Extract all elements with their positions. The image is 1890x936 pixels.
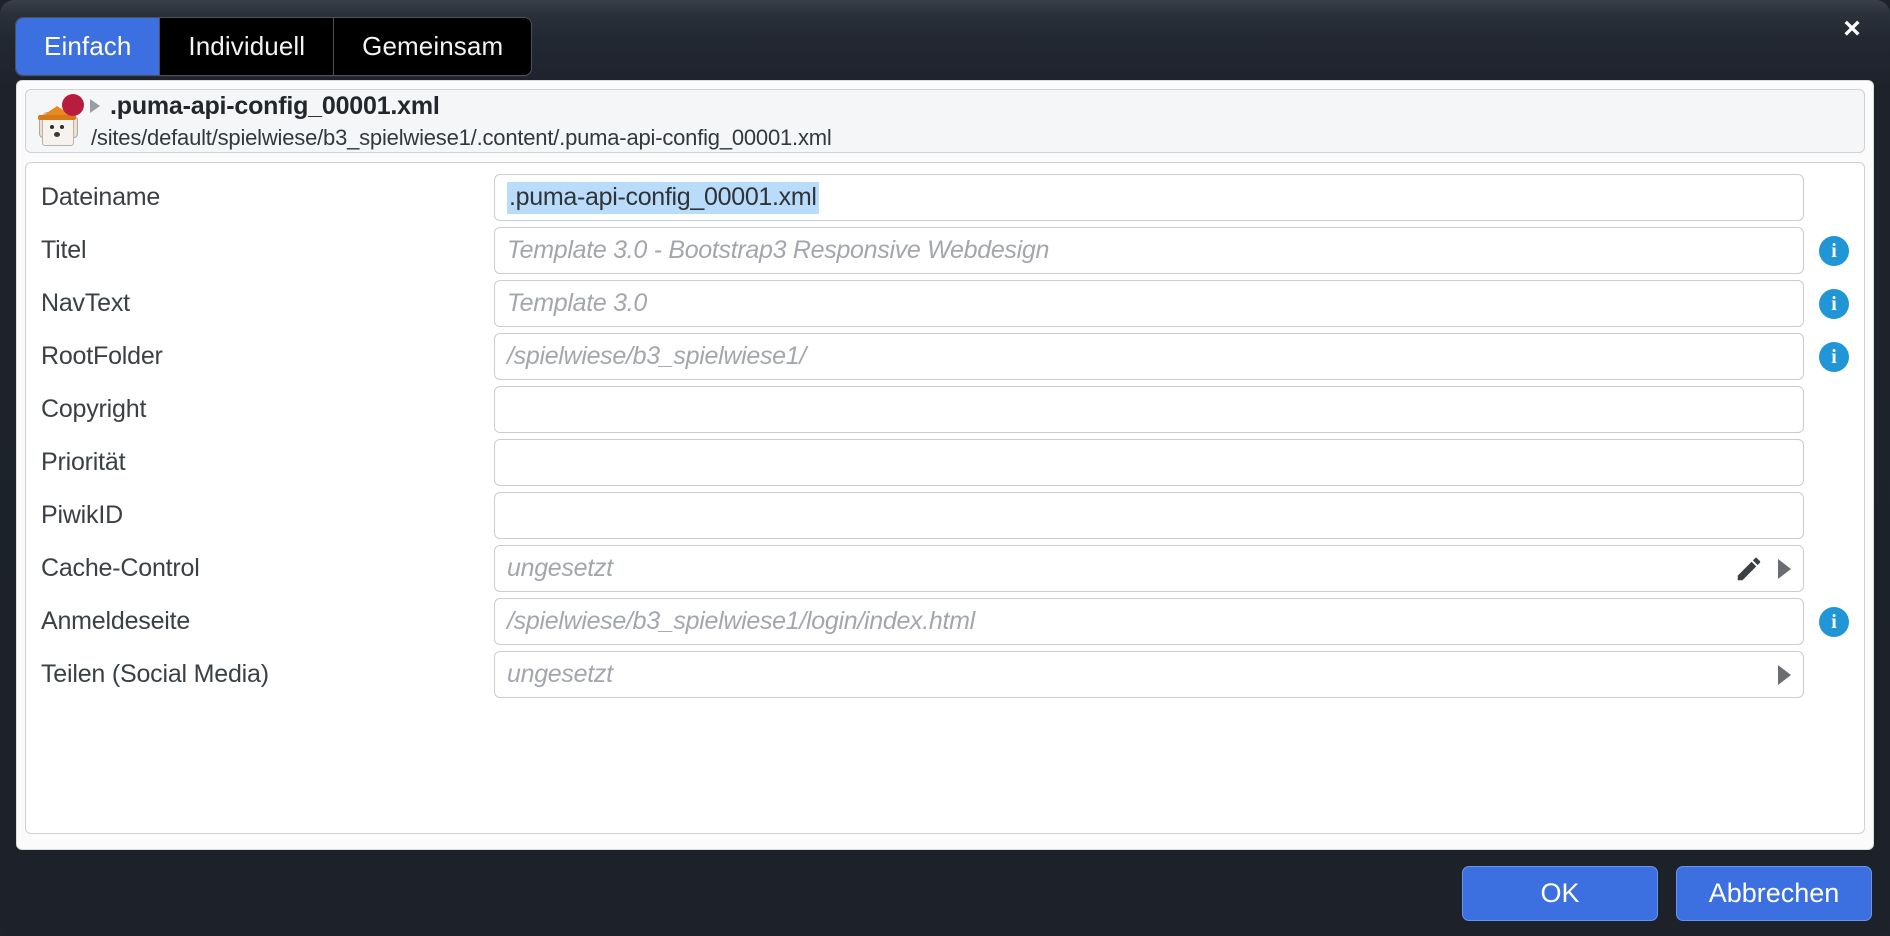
ok-button[interactable]: OK <box>1462 865 1658 921</box>
field-placeholder: /spielwiese/b3_spielwiese1/login/index.h… <box>507 607 975 635</box>
field-wrapper: ungesetzt <box>494 545 1864 592</box>
field-input[interactable] <box>494 492 1804 539</box>
tab-label: Einfach <box>44 31 132 61</box>
tab-einfach[interactable]: Einfach <box>16 18 161 75</box>
field-input[interactable]: ungesetzt <box>494 545 1804 592</box>
form-row: RootFolder/spielwiese/b3_spielwiese1/i <box>26 330 1864 383</box>
field-label: PiwikID <box>41 501 123 529</box>
form-row: PiwikID <box>26 489 1864 542</box>
info-slot: i <box>1804 606 1864 637</box>
caret-right-icon[interactable] <box>90 99 100 113</box>
close-glyph: × <box>1843 12 1861 45</box>
field-value: .puma-api-config_00001.xml <box>507 181 819 214</box>
field-input[interactable]: .puma-api-config_00001.xml <box>494 174 1804 221</box>
field-wrapper: /spielwiese/b3_spielwiese1/i <box>494 333 1864 380</box>
form-row: Titel Template 3.0 - Bootstrap3 Responsiv… <box>26 224 1864 277</box>
field-wrapper <box>494 386 1864 433</box>
field-placeholder: Template 3.0 <box>507 289 648 317</box>
info-icon[interactable]: i <box>1819 341 1849 372</box>
field-icons <box>1722 554 1791 584</box>
form-row: NavText Template 3.0 i <box>26 277 1864 330</box>
form-row: Dateiname .puma-api-config_00001.xml <box>26 171 1864 224</box>
info-icon[interactable]: i <box>1819 235 1849 266</box>
field-input[interactable]: Template 3.0 - Bootstrap3 Responsive Web… <box>494 227 1804 274</box>
form-row: Anmeldeseite/spielwiese/b3_spielwiese1/l… <box>26 595 1864 648</box>
field-label: Titel <box>41 236 87 264</box>
field-wrapper: Template 3.0 - Bootstrap3 Responsive Web… <box>494 227 1864 274</box>
field-wrapper <box>494 492 1864 539</box>
tab-individuell[interactable]: Individuell <box>160 18 335 75</box>
caret-right-icon[interactable] <box>1778 664 1791 685</box>
field-wrapper: Template 3.0 i <box>494 280 1864 327</box>
field-label: Priorität <box>41 448 126 476</box>
resource-path: /sites/default/spielwiese/b3_spielwiese1… <box>91 124 832 150</box>
field-placeholder: /spielwiese/b3_spielwiese1/ <box>507 342 807 370</box>
field-input[interactable] <box>494 386 1804 433</box>
pencil-icon[interactable] <box>1734 554 1764 584</box>
ok-button-label: OK <box>1540 877 1580 908</box>
field-label: Copyright <box>41 395 147 423</box>
resource-title: .puma-api-config_00001.xml <box>110 91 440 120</box>
field-wrapper: .puma-api-config_00001.xml <box>494 174 1864 221</box>
field-input[interactable]: /spielwiese/b3_spielwiese1/login/index.h… <box>494 598 1804 645</box>
field-wrapper: ungesetzt <box>494 651 1864 698</box>
cancel-button[interactable]: Abbrechen <box>1676 865 1872 921</box>
tab-label: Individuell <box>188 31 306 61</box>
field-input[interactable]: ungesetzt <box>494 651 1804 698</box>
tab-label: Gemeinsam <box>362 31 504 61</box>
cancel-button-label: Abbrechen <box>1708 877 1840 908</box>
field-input[interactable]: Template 3.0 <box>494 280 1804 327</box>
dialog-body: .puma-api-config_00001.xml /sites/defaul… <box>16 80 1874 850</box>
field-label: NavText <box>41 289 130 317</box>
field-wrapper <box>494 439 1864 486</box>
form-row: Cache-Control ungesetzt <box>26 542 1864 595</box>
form-row: Copyright <box>26 383 1864 436</box>
field-wrapper: /spielwiese/b3_spielwiese1/login/index.h… <box>494 598 1864 645</box>
site-config-icon <box>36 94 84 146</box>
resource-info: .puma-api-config_00001.xml /sites/defaul… <box>90 92 832 151</box>
resource-header: .puma-api-config_00001.xml /sites/defaul… <box>25 89 1865 153</box>
caret-right-icon[interactable] <box>1778 558 1791 579</box>
field-label: Cache-Control <box>41 554 200 582</box>
dialog-footer: OK Abbrechen <box>0 850 1890 936</box>
field-placeholder: ungesetzt <box>507 554 613 582</box>
properties-form: Dateiname .puma-api-config_00001.xml Titel… <box>25 162 1865 834</box>
field-input[interactable] <box>494 439 1804 486</box>
status-badge <box>62 94 84 116</box>
field-placeholder: ungesetzt <box>507 660 613 688</box>
field-label: Teilen (Social Media) <box>41 660 269 688</box>
info-icon[interactable]: i <box>1819 606 1849 637</box>
tab-gemeinsam[interactable]: Gemeinsam <box>334 18 532 75</box>
field-label: Anmeldeseite <box>41 607 191 635</box>
close-icon[interactable]: × <box>1830 8 1874 50</box>
resource-properties-dialog: Einfach Individuell Gemeinsam × .puma-ap… <box>0 0 1890 936</box>
info-slot: i <box>1804 288 1864 319</box>
info-icon[interactable]: i <box>1819 288 1849 319</box>
form-row: Teilen (Social Media) ungesetzt <box>26 648 1864 701</box>
field-placeholder: Template 3.0 - Bootstrap3 Responsive Web… <box>507 236 1050 264</box>
info-slot: i <box>1804 341 1864 372</box>
dialog-tabs: Einfach Individuell Gemeinsam <box>15 17 533 76</box>
field-label: Dateiname <box>41 183 161 211</box>
field-icons <box>1766 664 1791 685</box>
info-slot: i <box>1804 235 1864 266</box>
field-input[interactable]: /spielwiese/b3_spielwiese1/ <box>494 333 1804 380</box>
field-label: RootFolder <box>41 342 163 370</box>
form-row: Priorität <box>26 436 1864 489</box>
